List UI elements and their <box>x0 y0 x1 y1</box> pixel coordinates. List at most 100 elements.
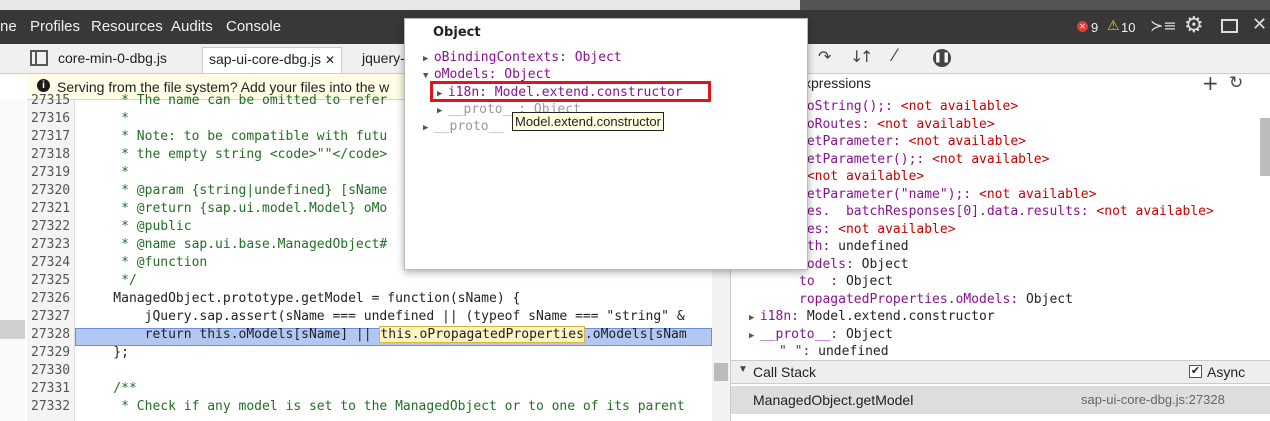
watch-row[interactable]: getParameter: <not available> <box>799 133 1026 150</box>
debugger-sidebar: xpressions + ↻ toString();: <not availab… <box>730 71 1270 421</box>
code-scrollbar-thumb[interactable] <box>714 363 728 381</box>
info-icon: i <box>37 79 50 92</box>
watch-expression: " ": <box>779 344 819 359</box>
step-out-icon[interactable]: ↑ <box>860 47 873 66</box>
code-line: /** <box>82 381 137 396</box>
watch-expression: toString();: <box>799 99 901 114</box>
pause-on-exceptions-icon[interactable]: ❚❚ <box>933 49 951 67</box>
warning-icon[interactable]: ⚠ <box>1107 18 1120 34</box>
add-watch-icon[interactable]: + <box>1202 71 1219 95</box>
popover-row-text: oBindingContexts: Object <box>433 50 622 65</box>
hovered-expression[interactable]: this.oPropagatedProperties <box>379 326 585 343</box>
line-number[interactable]: 27317 <box>31 128 73 146</box>
tooltip: Model.extend.constructor <box>512 112 664 131</box>
call-frame-row[interactable]: ManagedObject.getModel sap-ui-core-dbg.j… <box>731 386 1270 414</box>
toggle-navigator-icon[interactable] <box>30 50 48 66</box>
watch-expression: getParameter("name");: <box>799 186 980 202</box>
watch-row[interactable]: ▶ __proto__: Object <box>749 326 893 343</box>
menu-item-console[interactable]: Console <box>226 18 281 35</box>
popover-row-text: __proto__ <box>433 119 505 134</box>
step-over-icon[interactable]: ↷ <box>818 47 831 66</box>
watch-value: <not available> <box>877 116 995 132</box>
watch-value: <not available> <box>979 186 1097 202</box>
watch-value: <not available> <box>838 221 956 237</box>
call-frame-location[interactable]: sap-ui-core-dbg.js:27328 <box>1081 392 1225 407</box>
console-drawer-icon[interactable]: ≻≡ <box>1150 16 1177 35</box>
line-number[interactable]: 27330 <box>31 362 73 380</box>
line-number[interactable]: 27329 <box>31 344 73 362</box>
file-tab-jquery[interactable]: jquery- <box>356 47 411 73</box>
expand-triangle-icon[interactable]: ▶ <box>749 313 760 323</box>
line-number[interactable]: 27324 <box>31 254 73 272</box>
line-number[interactable]: 27321 <box>31 200 73 218</box>
line-number[interactable]: 27320 <box>31 182 73 200</box>
navigator-strip <box>0 100 25 421</box>
window-top-strip <box>0 0 1270 10</box>
watch-row[interactable]: ▶ i18n: Model.extend.constructor <box>749 308 995 325</box>
watch-value: undefined <box>818 344 889 359</box>
watch-row[interactable]: ropagatedProperties.oModels: Object <box>799 291 1073 308</box>
watch-row[interactable]: getParameter();: <not available> <box>799 151 1049 168</box>
popover-row-proto[interactable]: ▶ __proto__ <box>423 118 504 135</box>
line-number[interactable]: 27316 <box>31 110 73 128</box>
code-line: * @function <box>82 255 208 270</box>
menu-item-audits[interactable]: Audits <box>171 18 213 35</box>
watch-value: Object <box>1025 291 1073 307</box>
watch-value: <not available> <box>900 99 1019 114</box>
line-number[interactable]: 27332 <box>31 398 73 416</box>
watch-row[interactable]: to : Object <box>799 273 893 290</box>
code-line: ManagedObject.prototype.getModel = funct… <box>82 291 521 306</box>
line-number[interactable]: 27315 <box>31 92 73 110</box>
error-count[interactable]: 9 <box>1091 20 1098 35</box>
line-number[interactable]: 27322 <box>31 218 73 236</box>
code-line: * The name can be omitted to refer <box>82 93 388 108</box>
call-stack-header[interactable]: ▼ Call Stack ✔ Async <box>731 360 1270 384</box>
menu-item-profiles[interactable]: Profiles <box>30 18 80 35</box>
file-tab-sap-ui-core[interactable]: sap-ui-core-dbg.js ✕ <box>202 47 343 73</box>
watch-expression: _oRoutes: <box>799 116 878 132</box>
watch-row[interactable]: ses. batchResponses[0].data.results: <no… <box>799 203 1214 220</box>
code-line: * <box>82 165 129 180</box>
warning-count[interactable]: 10 <box>1121 20 1135 35</box>
tab-close-icon[interactable]: ✕ <box>325 53 335 67</box>
watch-row[interactable]: " ": undefined <box>779 343 889 360</box>
line-number[interactable]: 27326 <box>31 290 73 308</box>
async-checkbox[interactable]: ✔ <box>1189 365 1202 378</box>
watch-row[interactable]: ath: undefined <box>799 238 909 255</box>
deactivate-breakpoints-icon[interactable]: ⁄ <box>893 46 896 66</box>
menu-item-resources[interactable]: Resources <box>91 18 163 35</box>
watch-expression: getParameter();: <box>799 151 933 167</box>
dock-icon[interactable] <box>1221 19 1238 33</box>
line-number-gutter: 27315 27316 27317 27318 27319 27320 27321 27322… <box>27 93 75 421</box>
watch-scrollbar-thumb[interactable] <box>1260 118 1270 176</box>
file-tab-core-min[interactable]: core-min-0-dbg.js <box>52 47 173 73</box>
line-number[interactable]: 27331 <box>31 380 73 398</box>
watch-row[interactable]: <not available> <box>799 168 924 185</box>
window-top-dark-strip <box>800 0 1270 10</box>
line-number[interactable]: 27327 <box>31 308 73 326</box>
line-number[interactable]: 27328 <box>31 326 73 344</box>
code-line: * @name sap.ui.base.ManagedObject# <box>82 237 388 252</box>
code-line: }; <box>82 345 129 360</box>
code-line: * @param {string|undefined} [sName <box>82 183 388 198</box>
line-number[interactable]: 27325 <box>31 272 73 290</box>
expand-triangle-icon[interactable]: ▶ <box>749 331 760 341</box>
watch-row[interactable]: Models: Object <box>799 256 909 273</box>
refresh-icon[interactable]: ↻ <box>1229 73 1243 93</box>
popover-row-bindingcontexts[interactable]: ▶ oBindingContexts: Object <box>423 49 622 66</box>
code-line: * @public <box>82 219 192 234</box>
watch-expression: to : <box>799 274 846 289</box>
close-icon[interactable]: ✕ <box>1252 14 1267 35</box>
watch-row[interactable]: ses: <not available> <box>799 221 956 238</box>
line-number[interactable]: 27319 <box>31 164 73 182</box>
line-number[interactable]: 27323 <box>31 236 73 254</box>
watch-row[interactable]: toString();: <not available> <box>799 98 1018 115</box>
watch-row[interactable]: _oRoutes: <not available> <box>799 116 995 133</box>
menu-item[interactable]: ne <box>0 18 17 35</box>
watch-row[interactable]: getParameter("name");: <not available> <box>799 186 1096 203</box>
line-number[interactable]: 27318 <box>31 146 73 164</box>
expand-triangle-icon: ▼ <box>738 364 748 375</box>
error-icon[interactable]: ✕ <box>1077 21 1088 32</box>
watch-value: <not available> <box>806 169 925 184</box>
gear-icon[interactable]: ⚙ <box>1184 13 1204 38</box>
